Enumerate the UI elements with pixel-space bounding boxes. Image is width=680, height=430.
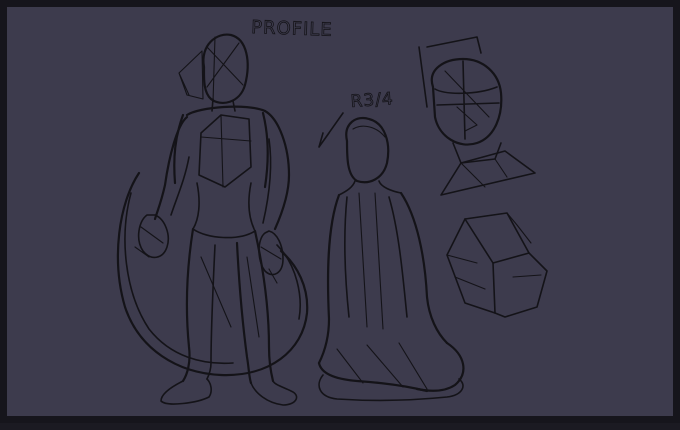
- drawing-canvas[interactable]: PROFILE R3/4: [0, 0, 680, 423]
- kneeling-figure-sketch: [317, 112, 465, 402]
- sketch-layer: PROFILE R3/4: [116, 17, 548, 406]
- standing-figure-sketch: [116, 33, 309, 406]
- head-block-sketch: [418, 36, 536, 196]
- profile-label: PROFILE: [251, 17, 333, 41]
- cube-sketch: [446, 212, 548, 318]
- three-quarter-label: R3/4: [350, 89, 394, 112]
